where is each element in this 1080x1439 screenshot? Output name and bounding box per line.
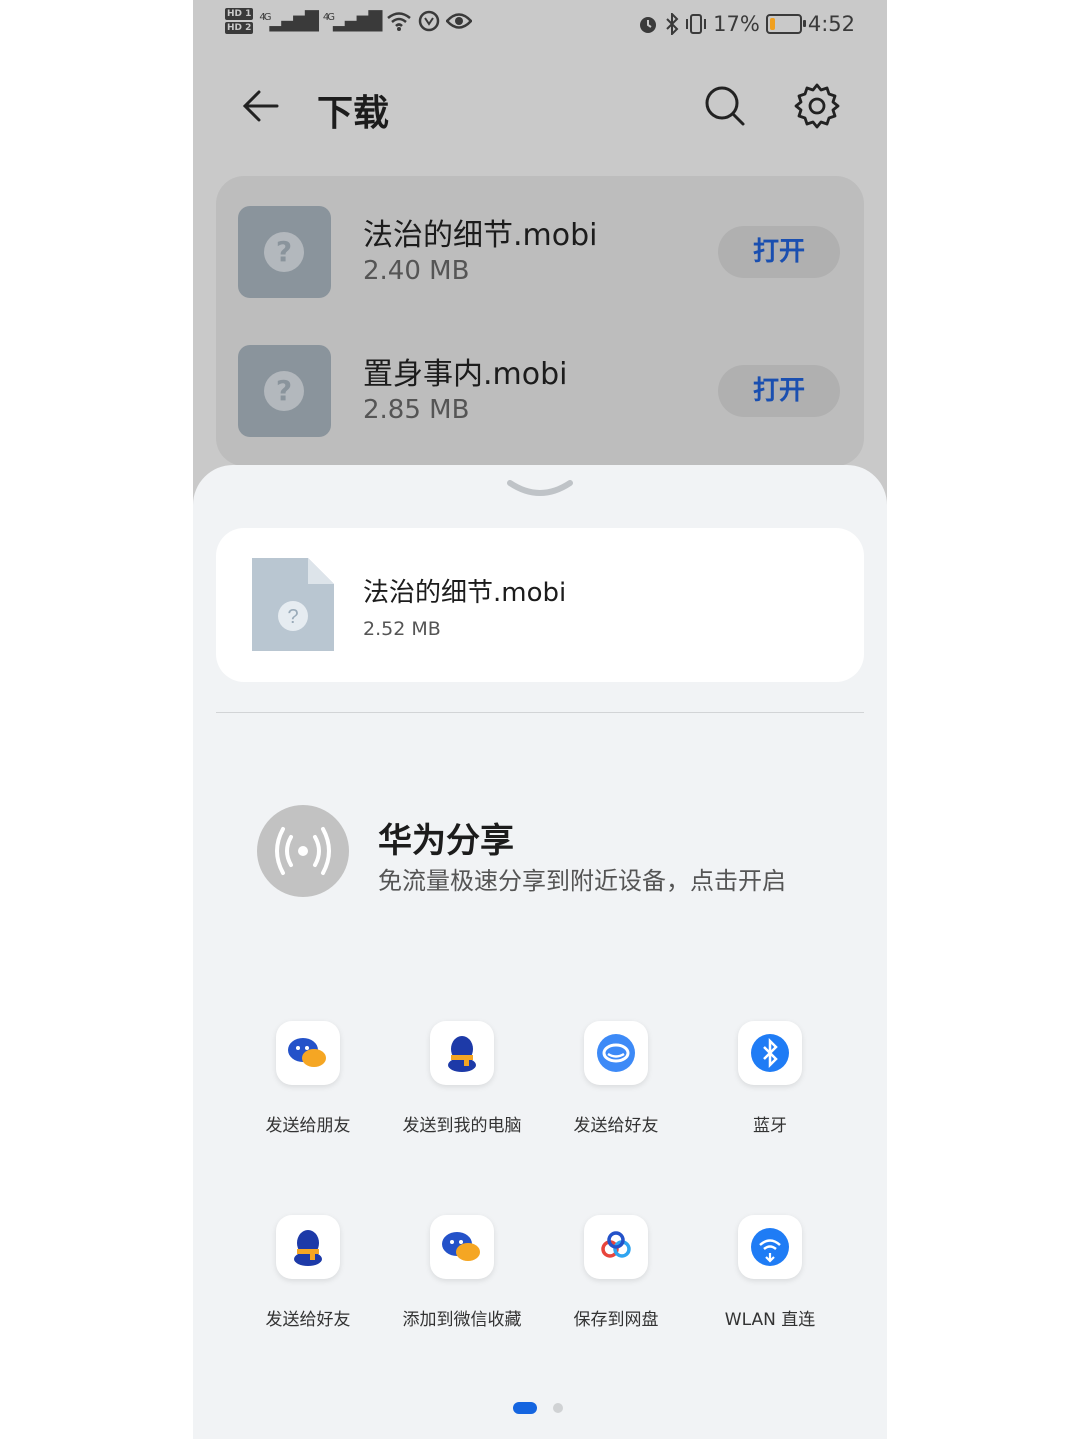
share-target-tim-friend[interactable]: 发送给好友 xyxy=(541,1021,691,1136)
broadcast-icon xyxy=(275,827,331,875)
file-size: 2.40 MB xyxy=(363,256,470,286)
preview-file-size: 2.52 MB xyxy=(363,618,441,640)
battery-percent: 17% xyxy=(713,12,760,36)
signal2-icon: 4G▂▄▆█ xyxy=(322,10,382,32)
share-target-label: 蓝牙 xyxy=(753,1116,787,1136)
share-target-wechat-friend[interactable]: 发送给朋友 xyxy=(233,1021,383,1136)
vibrate-icon xyxy=(686,14,707,34)
open-button[interactable]: 打开 xyxy=(718,365,840,417)
eye-icon xyxy=(446,13,473,29)
back-arrow-icon[interactable] xyxy=(239,84,283,128)
unknown-file-icon: ? xyxy=(238,345,331,437)
wifi-icon xyxy=(387,12,412,31)
share-target-my-computer[interactable]: 发送到我的电脑 xyxy=(387,1021,537,1136)
list-item[interactable]: ? 法治的细节.mobi 2.40 MB 打开 xyxy=(216,198,864,308)
share-target-wlan-direct[interactable]: WLAN 直连 xyxy=(695,1215,845,1330)
share-target-label: WLAN 直连 xyxy=(724,1310,816,1330)
huawei-share-title[interactable]: 华为分享 xyxy=(378,813,514,862)
share-target-qq-friend[interactable]: 发送给好友 xyxy=(233,1215,383,1330)
download-list: ? 法治的细节.mobi 2.40 MB 打开 ? 置身事内.mobi 2.85… xyxy=(216,176,864,466)
phone-screen: HD 1 HD 2 4G▂▄▆█ 4G▂▄▆█ 17% 4:52 下载 ? 法治… xyxy=(193,0,887,1439)
wechat-icon xyxy=(430,1215,494,1279)
huawei-share-subtitle[interactable]: 免流量极速分享到附近设备，点击开启 xyxy=(378,861,786,896)
battery-icon xyxy=(765,14,806,34)
qq-icon xyxy=(276,1215,340,1279)
share-target-bluetooth[interactable]: 蓝牙 xyxy=(695,1021,845,1136)
share-target-wechat-favorites[interactable]: 添加到微信收藏 xyxy=(387,1215,537,1330)
status-left: HD 1 HD 2 4G▂▄▆█ 4G▂▄▆█ xyxy=(225,8,473,34)
page-dot-active[interactable] xyxy=(513,1402,537,1414)
share-target-label: 保存到网盘 xyxy=(573,1310,659,1330)
list-item[interactable]: ? 置身事内.mobi 2.85 MB 打开 xyxy=(216,337,864,447)
share-target-netdisk[interactable]: 保存到网盘 xyxy=(541,1215,691,1330)
share-sheet: ? 法治的细节.mobi 2.52 MB 华为分享 免流量极速分享到附近设备，点… xyxy=(193,465,887,1439)
share-target-label: 发送给好友 xyxy=(265,1310,351,1330)
gear-icon[interactable] xyxy=(793,82,841,130)
status-bar: HD 1 HD 2 4G▂▄▆█ 4G▂▄▆█ 17% 4:52 xyxy=(193,0,887,54)
tim-icon xyxy=(584,1021,648,1085)
bluetooth-icon xyxy=(738,1021,802,1085)
unknown-file-icon: ? xyxy=(238,206,331,298)
qq-icon xyxy=(430,1021,494,1085)
open-button[interactable]: 打开 xyxy=(718,226,840,278)
bluetooth-status-icon xyxy=(666,13,679,35)
hd2-badge: HD 2 xyxy=(225,22,254,34)
baidu-netdisk-icon xyxy=(584,1215,648,1279)
share-target-label: 添加到微信收藏 xyxy=(402,1310,522,1330)
battery-fill xyxy=(769,18,775,30)
share-target-label: 发送给好友 xyxy=(573,1116,659,1136)
wechat-icon xyxy=(276,1021,340,1085)
wifi-direct-icon xyxy=(738,1215,802,1279)
file-preview-card: ? 法治的细节.mobi 2.52 MB xyxy=(216,528,864,682)
share-target-label: 发送到我的电脑 xyxy=(402,1116,522,1136)
hd1-badge: HD 1 xyxy=(225,8,254,20)
search-icon[interactable] xyxy=(701,82,749,130)
app-header: 下载 xyxy=(193,70,887,144)
clock: 4:52 xyxy=(807,12,855,36)
alarm-icon xyxy=(640,17,657,33)
document-icon: ? xyxy=(252,558,334,651)
data-saver-icon xyxy=(419,10,440,32)
file-name: 置身事内.mobi xyxy=(363,357,568,392)
preview-file-name: 法治的细节.mobi xyxy=(363,578,567,608)
hd-indicators: HD 1 HD 2 xyxy=(225,8,254,34)
signal1-icon: 4G▂▄▆█ xyxy=(259,10,318,32)
svg-text:?: ? xyxy=(287,606,298,628)
huawei-share-icon[interactable] xyxy=(257,805,349,897)
file-name: 法治的细节.mobi xyxy=(363,218,598,253)
collapse-handle-icon[interactable] xyxy=(506,477,574,501)
file-size: 2.85 MB xyxy=(363,395,470,425)
status-right: 17% 4:52 xyxy=(637,12,855,36)
divider xyxy=(216,712,864,713)
page-dot[interactable] xyxy=(553,1403,563,1413)
page-indicator xyxy=(513,1402,573,1414)
share-target-label: 发送给朋友 xyxy=(265,1116,351,1136)
page-title: 下载 xyxy=(317,93,390,134)
